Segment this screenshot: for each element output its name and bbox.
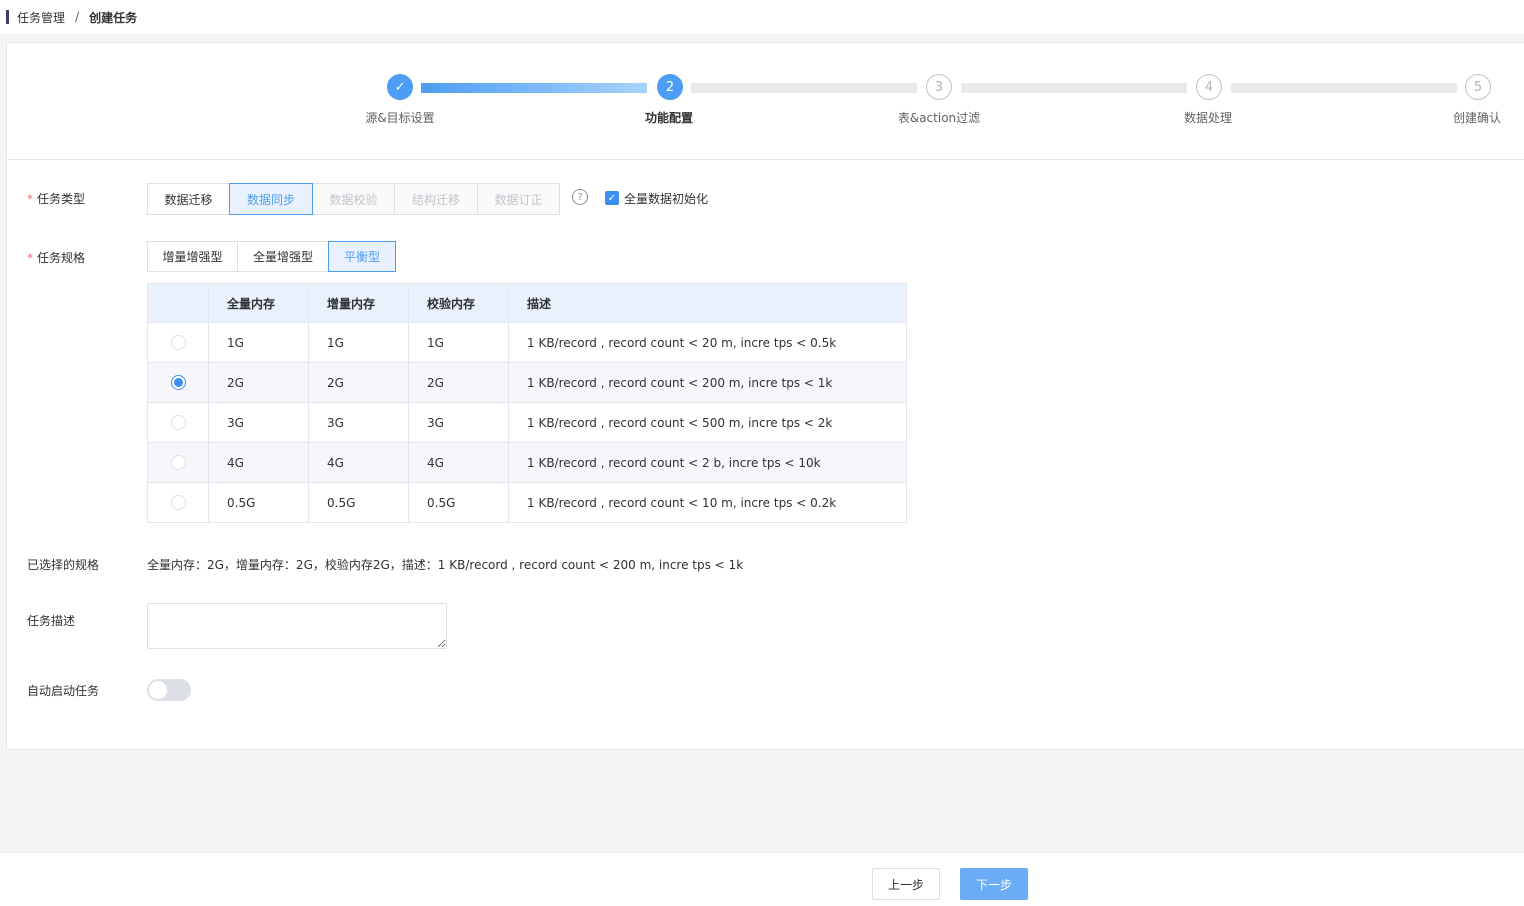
task-spec-group: 增量增强型 全量增强型 平衡型 — [147, 241, 396, 272]
step-connector-3 — [961, 83, 1187, 93]
task-desc-label: 任务描述 — [27, 614, 76, 628]
spec-balanced-button[interactable]: 平衡型 — [328, 241, 396, 272]
cell-check-memory: 1G — [408, 322, 509, 363]
cell-check-memory: 0.5G — [408, 482, 509, 523]
task-type-structure-button[interactable]: 结构迁移 — [394, 183, 478, 215]
step-connector-1 — [421, 83, 647, 93]
spec-incr-enhanced-button[interactable]: 增量增强型 — [147, 241, 238, 272]
task-spec-label: * 任务规格 — [27, 251, 86, 265]
required-asterisk: * — [27, 192, 33, 206]
prev-step-button[interactable]: 上一步 — [872, 868, 940, 900]
task-type-group: 数据迁移 数据同步 数据校验 结构迁移 数据订正 — [147, 183, 560, 215]
full-init-label[interactable]: 全量数据初始化 — [624, 190, 708, 207]
task-type-sync-button[interactable]: 数据同步 — [229, 183, 313, 215]
step-connector-2 — [691, 83, 917, 93]
step-1-label: 源&目标设置 — [365, 111, 435, 125]
spec-radio-4g[interactable] — [170, 455, 186, 470]
cell-description: 1 KB/record , record count < 20 m, incre… — [508, 322, 907, 363]
breadcrumb: 任务管理 / 创建任务 — [0, 0, 1524, 34]
column-header-check-memory: 校验内存 — [408, 283, 509, 323]
cell-full-memory: 0.5G — [208, 482, 309, 523]
table-row[interactable]: 0.5G 0.5G 0.5G 1 KB/record , record coun… — [147, 482, 907, 523]
cell-incr-memory: 3G — [308, 402, 409, 443]
table-header-row: 全量内存 增量内存 校验内存 描述 — [147, 283, 907, 323]
cell-check-memory: 4G — [408, 442, 509, 483]
step-progress: ✓ 2 3 4 5 源&目标设置 功能配置 表&action过滤 数据处理 创建… — [7, 43, 1524, 160]
cell-description: 1 KB/record , record count < 200 m, incr… — [508, 362, 907, 403]
breadcrumb-separator: / — [75, 10, 80, 24]
table-row[interactable]: 2G 2G 2G 1 KB/record , record count < 20… — [147, 362, 907, 403]
task-desc-textarea[interactable] — [147, 603, 447, 649]
breadcrumb-item-task-management[interactable]: 任务管理 — [17, 9, 65, 26]
task-type-verify-button[interactable]: 数据校验 — [312, 183, 395, 215]
step-5-label: 创建确认 — [1452, 111, 1501, 125]
cell-full-memory: 4G — [208, 442, 309, 483]
step-3-label: 表&action过滤 — [897, 111, 981, 125]
spec-radio-0-5g[interactable] — [170, 495, 186, 510]
task-type-migration-button[interactable]: 数据迁移 — [147, 183, 230, 215]
cell-description: 1 KB/record , record count < 2 b, incre … — [508, 442, 907, 483]
main-panel: ✓ 2 3 4 5 源&目标设置 功能配置 表&action过滤 数据处理 创建… — [6, 42, 1524, 750]
cell-full-memory: 3G — [208, 402, 309, 443]
step-2-circle: 2 — [657, 74, 683, 100]
step-connector-4 — [1231, 83, 1457, 93]
cell-check-memory: 3G — [408, 402, 509, 443]
selected-spec-value: 全量内存：2G，增量内存：2G，校验内存2G，描述：1 KB/record , … — [147, 558, 744, 572]
cell-incr-memory: 0.5G — [308, 482, 409, 523]
spec-radio-2g[interactable] — [170, 375, 186, 390]
step-1-check-icon: ✓ — [387, 74, 413, 100]
task-type-correction-button[interactable]: 数据订正 — [477, 183, 560, 215]
column-header-incr-memory: 增量内存 — [308, 283, 409, 323]
selected-spec-label: 已选择的规格 — [27, 558, 100, 572]
cell-full-memory: 1G — [208, 322, 309, 363]
table-row[interactable]: 3G 3G 3G 1 KB/record , record count < 50… — [147, 402, 907, 443]
cell-incr-memory: 2G — [308, 362, 409, 403]
spec-radio-1g[interactable] — [170, 335, 186, 350]
breadcrumb-accent-bar — [6, 10, 9, 24]
auto-start-toggle[interactable] — [147, 679, 191, 701]
cell-incr-memory: 1G — [308, 322, 409, 363]
spec-table: 全量内存 增量内存 校验内存 描述 1G 1G 1G 1 KB/record ,… — [147, 283, 907, 523]
column-header-full-memory: 全量内存 — [208, 283, 309, 323]
spec-full-enhanced-button[interactable]: 全量增强型 — [237, 241, 329, 272]
step-4-circle: 4 — [1196, 74, 1222, 100]
help-icon[interactable]: ? — [572, 189, 588, 205]
column-header-select — [147, 283, 209, 323]
table-row[interactable]: 1G 1G 1G 1 KB/record , record count < 20… — [147, 322, 907, 363]
column-header-description: 描述 — [508, 283, 907, 323]
step-2-label: 功能配置 — [644, 111, 693, 125]
cell-check-memory: 2G — [408, 362, 509, 403]
cell-full-memory: 2G — [208, 362, 309, 403]
cell-description: 1 KB/record , record count < 10 m, incre… — [508, 482, 907, 523]
next-step-button[interactable]: 下一步 — [960, 868, 1028, 900]
cell-description: 1 KB/record , record count < 500 m, incr… — [508, 402, 907, 443]
footer-bar: 上一步 下一步 — [0, 852, 1524, 906]
required-asterisk: * — [27, 251, 33, 265]
step-5-circle: 5 — [1465, 74, 1491, 100]
toggle-knob — [149, 681, 167, 699]
auto-start-label: 自动启动任务 — [27, 684, 100, 698]
breadcrumb-item-create-task: 创建任务 — [89, 10, 138, 25]
task-type-label: * 任务类型 — [27, 192, 86, 206]
spec-radio-3g[interactable] — [170, 415, 186, 430]
full-init-checkbox[interactable]: ✓ — [605, 191, 619, 205]
step-4-label: 数据处理 — [1183, 111, 1232, 125]
cell-incr-memory: 4G — [308, 442, 409, 483]
step-3-circle: 3 — [926, 74, 952, 100]
table-row[interactable]: 4G 4G 4G 1 KB/record , record count < 2 … — [147, 442, 907, 483]
